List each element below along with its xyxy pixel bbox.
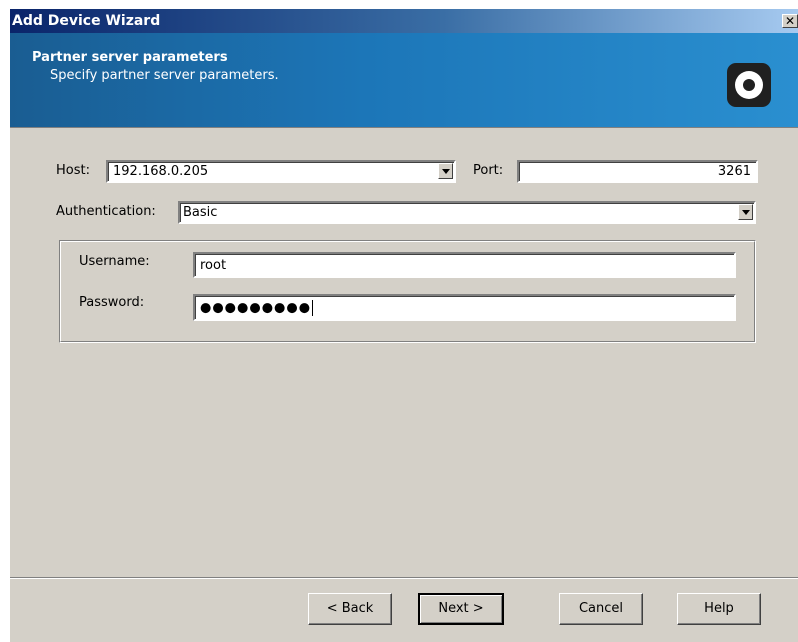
password-input[interactable]: ●●●●●●●●●	[193, 294, 736, 321]
wizard-logo-icon	[727, 63, 771, 107]
host-label: Host:	[56, 163, 90, 178]
port-label: Port:	[473, 163, 504, 178]
authentication-dropdown-button[interactable]	[738, 204, 753, 220]
authentication-value: Basic	[183, 205, 218, 220]
page-subtitle: Specify partner server parameters.	[50, 68, 279, 83]
back-button[interactable]: < Back	[308, 593, 392, 625]
wizard-header-banner: Partner server parameters Specify partne…	[10, 33, 798, 128]
cancel-button[interactable]: Cancel	[559, 593, 643, 625]
password-label: Password:	[79, 295, 145, 310]
username-label: Username:	[79, 254, 150, 269]
authentication-select[interactable]: Basic	[178, 201, 756, 224]
chevron-down-icon	[442, 169, 450, 174]
title-bar: Add Device Wizard ✕	[10, 9, 798, 33]
host-dropdown-button[interactable]	[438, 163, 453, 179]
close-icon[interactable]: ✕	[782, 14, 798, 28]
port-value: 3261	[717, 164, 751, 179]
window-title: Add Device Wizard	[12, 13, 161, 29]
username-input[interactable]: root	[193, 252, 736, 278]
chevron-down-icon	[742, 210, 750, 215]
text-caret	[312, 300, 314, 316]
port-input[interactable]: 3261	[517, 160, 758, 183]
username-value: root	[200, 258, 227, 273]
footer-divider	[10, 577, 798, 579]
next-button[interactable]: Next >	[418, 593, 504, 625]
page-title: Partner server parameters	[32, 50, 228, 65]
host-combobox[interactable]: 192.168.0.205	[106, 160, 456, 183]
help-button[interactable]: Help	[677, 593, 761, 625]
authentication-label: Authentication:	[56, 204, 156, 219]
host-value: 192.168.0.205	[113, 164, 209, 179]
add-device-wizard-window: Add Device Wizard ✕ Partner server param…	[10, 9, 798, 642]
password-value: ●●●●●●●●●	[200, 300, 314, 316]
